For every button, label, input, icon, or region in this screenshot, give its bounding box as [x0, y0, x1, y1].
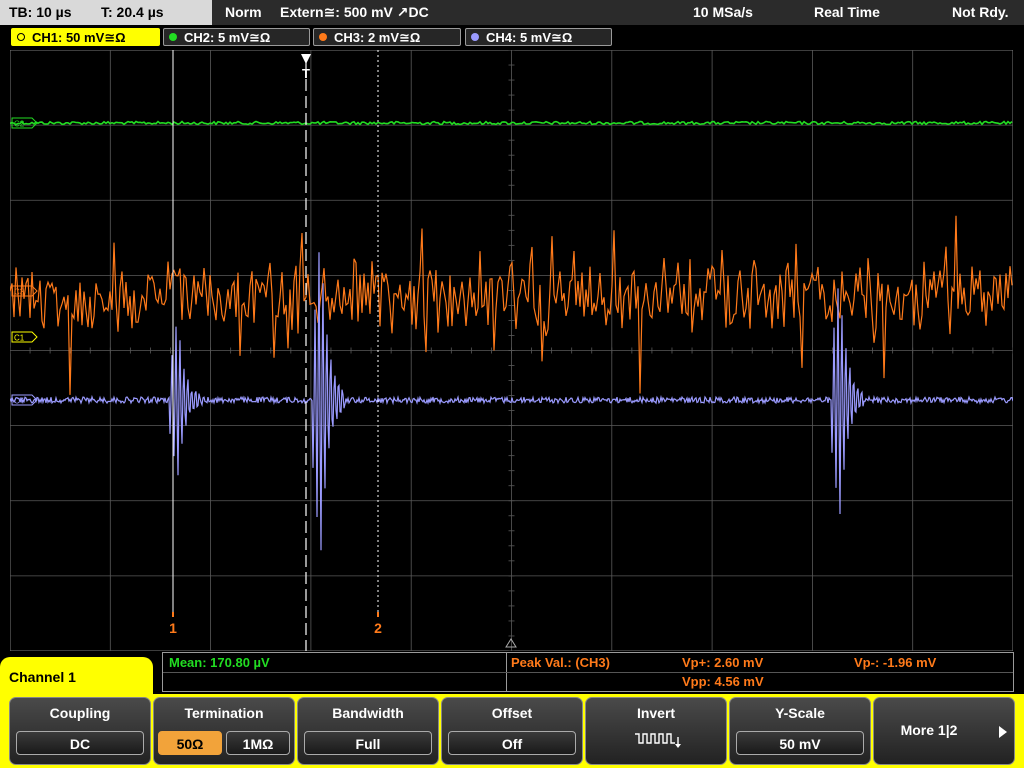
invert-label: Invert	[636, 705, 676, 721]
more-label: More 1|2	[900, 722, 958, 738]
termination-1mohm-button[interactable]: 1MΩ	[226, 731, 290, 755]
bandwidth-softkey[interactable]: Bandwidth Full	[297, 697, 439, 765]
termination-50ohm-button[interactable]: 50Ω	[158, 731, 222, 755]
coupling-value-button[interactable]: DC	[16, 731, 144, 755]
vp-plus-readout: Vp+: 2.60 mV	[682, 655, 764, 670]
svg-text:C4: C4	[14, 397, 25, 406]
tab-ch3[interactable]: CH3: 2 mV≅Ω	[313, 28, 461, 46]
vpp-readout: Vpp: 4.56 mV	[682, 674, 764, 689]
trigger-mode[interactable]: Norm	[225, 0, 262, 25]
menu-title: Channel 1	[0, 657, 153, 697]
tab-ch3-label: CH3: 2 mV≅Ω	[334, 30, 421, 45]
peak-title: Peak Val.: (CH3)	[511, 655, 610, 670]
ch4-dot-icon	[471, 33, 479, 41]
waveform-display[interactable]: 1 2 T C2 C3 C1 C4	[10, 50, 1013, 651]
svg-text:C1: C1	[14, 334, 25, 343]
svg-text:C2: C2	[14, 120, 25, 129]
cursor-1-label: 1	[169, 620, 177, 636]
ch2-dot-icon	[169, 33, 177, 41]
trigger-source[interactable]: Extern≅: 500 mV ↗DC	[280, 0, 429, 25]
termination-softkey[interactable]: Termination 50Ω 1MΩ	[153, 697, 295, 765]
acquisition-mode: Real Time	[814, 4, 880, 20]
ch3-dot-icon	[319, 33, 327, 41]
tab-ch2-label: CH2: 5 mV≅Ω	[184, 30, 271, 45]
ch1-circle-icon	[17, 33, 25, 41]
termination-label: Termination	[184, 705, 264, 721]
tab-ch1[interactable]: CH1: 50 mV≅Ω	[11, 28, 160, 46]
meas-row-divider	[163, 672, 1013, 673]
invert-square-wave-icon	[635, 733, 681, 748]
yscale-softkey[interactable]: Y-Scale 50 mV	[729, 697, 871, 765]
cursor-2-label: 2	[374, 620, 382, 636]
timebase-readout: TB: 10 µs	[9, 4, 72, 20]
arrow-right-icon	[999, 726, 1007, 738]
trigger-state: Not Rdy.	[952, 4, 1009, 20]
yscale-value-button[interactable]: 50 mV	[736, 731, 864, 755]
vp-minus-readout: Vp-: -1.96 mV	[854, 655, 937, 670]
offset-value-button[interactable]: Off	[448, 731, 576, 755]
invert-softkey[interactable]: Invert	[585, 697, 727, 765]
mean-readout: Mean: 170.80 µV	[169, 655, 270, 670]
more-softkey[interactable]: More 1|2	[873, 697, 1015, 765]
sample-rate: 10 MSa/s	[693, 4, 753, 20]
coupling-label: Coupling	[49, 705, 111, 721]
tab-ch1-label: CH1: 50 mV≅Ω	[32, 30, 126, 45]
svg-text:C3: C3	[14, 288, 25, 297]
trigger-marker-label: T	[302, 66, 310, 81]
tab-ch4-label: CH4: 5 mV≅Ω	[486, 30, 573, 45]
bandwidth-value-button[interactable]: Full	[304, 731, 432, 755]
offset-label: Offset	[491, 705, 533, 721]
coupling-softkey[interactable]: Coupling DC	[9, 697, 151, 765]
bandwidth-label: Bandwidth	[332, 705, 404, 721]
offset-softkey[interactable]: Offset Off	[441, 697, 583, 765]
timebase-box[interactable]: TB: 10 µs T: 20.4 µs	[0, 0, 212, 25]
trigger-time-readout: T: 20.4 µs	[101, 4, 164, 20]
yscale-label: Y-Scale	[775, 705, 825, 721]
tab-ch2[interactable]: CH2: 5 mV≅Ω	[163, 28, 310, 46]
tab-ch4[interactable]: CH4: 5 mV≅Ω	[465, 28, 612, 46]
